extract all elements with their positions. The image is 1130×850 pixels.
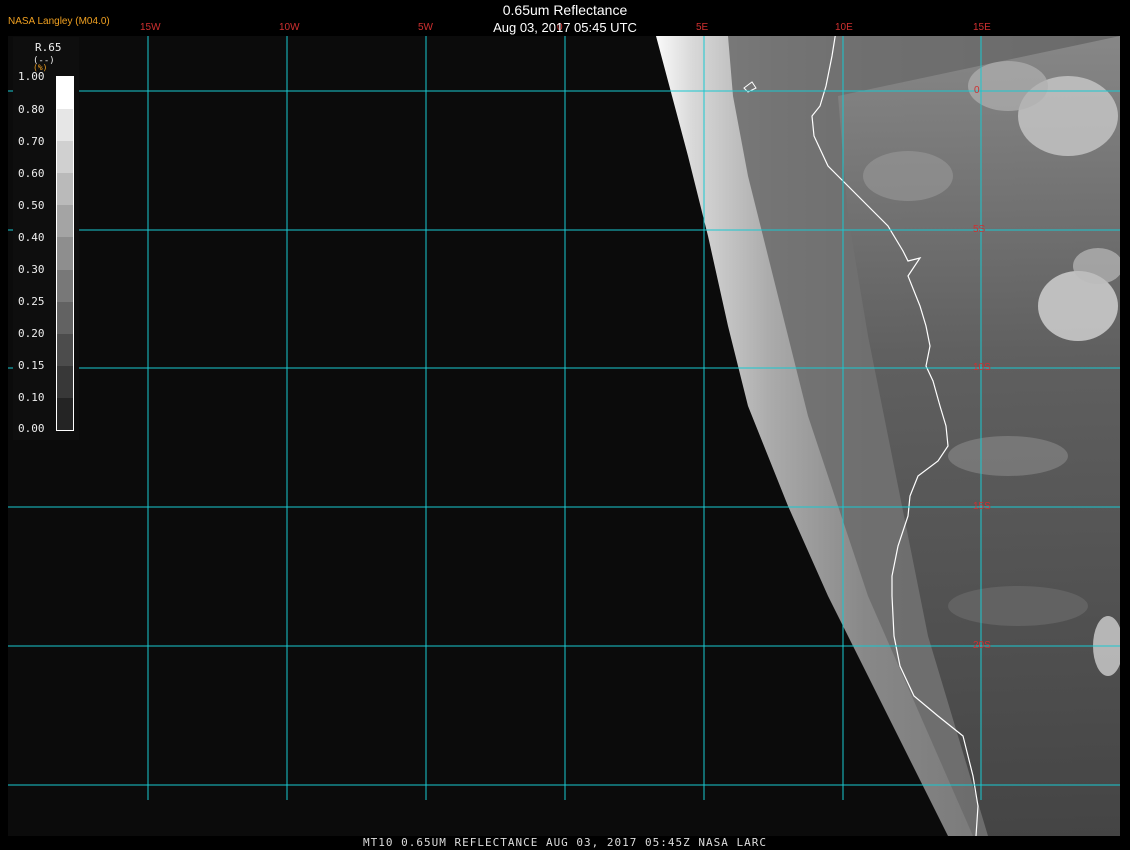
map-canvas: 15W 10W 5W 0 5E 10E 15E 0 5S 10S 15S 20S 0.65um Re…: [0, 0, 1130, 850]
legend-tick-label: 0.00: [18, 422, 45, 435]
latitude-label: 15S: [973, 501, 991, 512]
colorbar-segment: [57, 173, 73, 206]
legend-tick-label: 0.15: [18, 359, 45, 372]
legend-tick-label: 0.60: [18, 167, 45, 180]
latitude-label: 20S: [973, 640, 991, 651]
legend-tick-label: 0.25: [18, 295, 45, 308]
colorbar-segment: [57, 333, 73, 367]
latitude-label: 0: [974, 85, 980, 96]
legend-tick-label: 0.70: [18, 135, 45, 148]
latitude-label: 10S: [973, 362, 991, 373]
legend-tick-label: 0.50: [18, 199, 45, 212]
legend-tick-label: 0.20: [18, 327, 45, 340]
footer-caption: MT10 0.65UM REFLECTANCE AUG 03, 2017 05:…: [363, 836, 767, 849]
colorbar-legend: R.65 (--) (%) 1.00 0.80 0.70 0.60 0.50 0.40 0.…: [13, 37, 79, 440]
legend-title: R.65: [35, 41, 62, 54]
legend-tick-label: 0.80: [18, 103, 45, 116]
legend-tick-label: 1.00: [18, 70, 45, 83]
colorbar-segment: [57, 301, 73, 335]
legend-tick-label: 0.10: [18, 391, 45, 404]
latitude-label: 5S: [973, 224, 986, 235]
page-title: 0.65um Reflectance: [502, 2, 628, 18]
colorbar-segment: [57, 77, 73, 110]
lat-lon-grid: [8, 36, 1120, 800]
image-timestamp: Aug 03, 2017 05:45 UTC: [493, 20, 637, 35]
colorbar-segment: [57, 269, 73, 303]
colorbar: [56, 76, 74, 431]
colorbar-segment: [57, 397, 73, 431]
colorbar-segment: [57, 237, 73, 271]
colorbar-segment: [57, 365, 73, 399]
legend-tick-label: 0.30: [18, 263, 45, 276]
colorbar-segment: [57, 141, 73, 174]
provider-label: NASA Langley (M04.0): [8, 16, 110, 27]
colorbar-segment: [57, 205, 73, 238]
colorbar-segment: [57, 109, 73, 142]
legend-tick-label: 0.40: [18, 231, 45, 244]
